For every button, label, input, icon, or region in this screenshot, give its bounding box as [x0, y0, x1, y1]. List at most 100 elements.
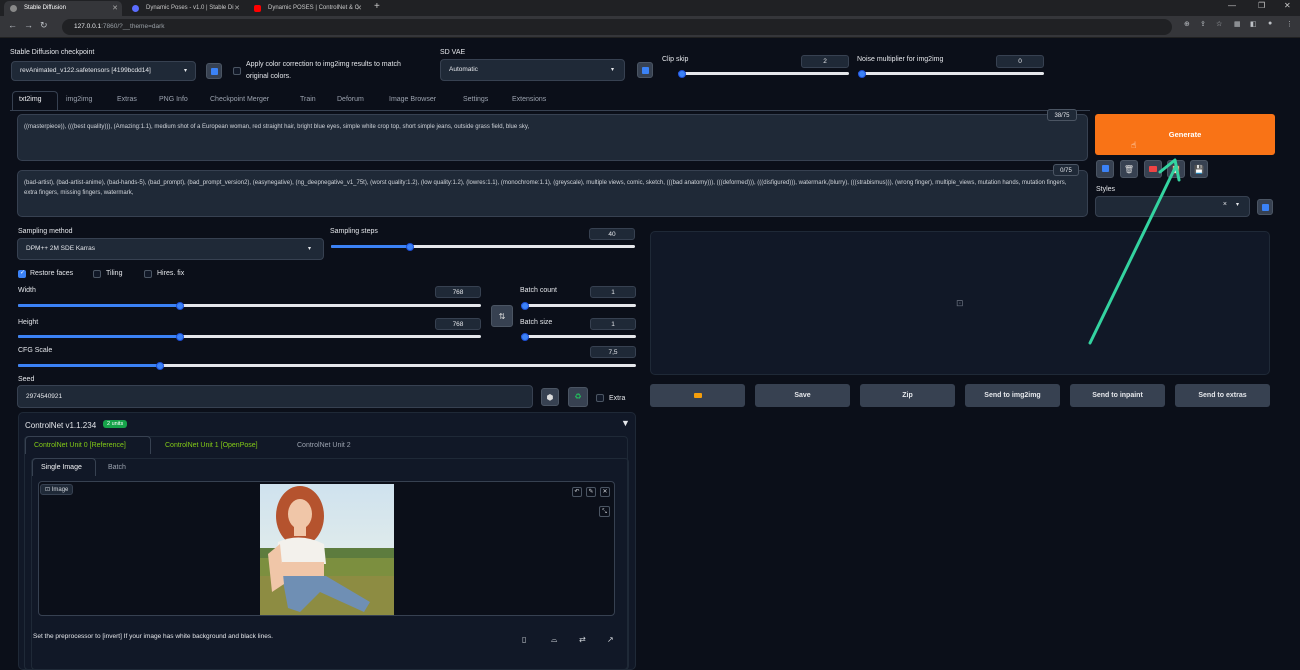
zip-button[interactable]: Zip [860, 384, 955, 407]
reuse-seed-recycle-icon[interactable]: ♻ [568, 387, 588, 407]
noise-multiplier-slider[interactable] [858, 69, 1044, 78]
chevron-down-icon: ▾ [307, 246, 311, 252]
tab-settings[interactable]: Settings [463, 96, 488, 103]
tab-deforum[interactable]: Deforum [337, 96, 364, 103]
height-slider[interactable] [18, 332, 481, 341]
clear-styles-icon[interactable]: × [1223, 201, 1227, 208]
slider-knob[interactable] [521, 332, 529, 341]
bookmark-star-icon[interactable]: ☆ [1216, 20, 1222, 28]
profile-icon[interactable]: ● [1268, 20, 1272, 27]
restore-faces-checkbox[interactable] [18, 269, 26, 278]
edit-brush-icon[interactable]: ✎ [586, 487, 596, 497]
cfg-scale-input[interactable]: 7,5 [590, 346, 636, 358]
document-icon[interactable]: ▯ [522, 635, 526, 644]
color-correction-checkbox[interactable] [233, 67, 241, 75]
browser-tab-title: Dynamic POSES | ControlNet & C [268, 5, 359, 11]
width-input[interactable]: 768 [435, 286, 481, 298]
batch-size-input[interactable]: 1 [590, 318, 636, 330]
close-tab-icon[interactable]: ✕ [356, 1, 362, 16]
save-style-icon[interactable]: 💾 [1190, 160, 1208, 178]
refresh-checkpoint-button[interactable] [206, 63, 222, 79]
negative-prompt-textarea[interactable]: (bad-artist), (bad-artist-anime), (bad-h… [17, 170, 1088, 217]
cfg-scale-slider[interactable] [18, 361, 636, 370]
batch-count-label: Batch count [520, 287, 557, 294]
hires-fix-checkbox[interactable] [144, 270, 152, 278]
tab-single-image[interactable]: Single Image [41, 464, 82, 471]
browser-tab-stable-diffusion[interactable]: Stable Diffusion ✕ [4, 1, 122, 16]
clip-skip-input[interactable]: 2 [801, 55, 849, 68]
tab-png-info[interactable]: PNG Info [159, 96, 188, 103]
slider-knob[interactable] [176, 332, 185, 341]
open-folder-button[interactable] [650, 384, 745, 407]
tab-image-browser[interactable]: Image Browser [389, 96, 436, 103]
sidebar-icon[interactable]: ◧ [1250, 20, 1257, 28]
extension-icon[interactable]: ▦ [1234, 20, 1241, 28]
maximize-icon[interactable]: ❐ [1258, 1, 1265, 10]
forward-icon[interactable]: → [24, 20, 33, 30]
batch-size-label: Batch size [520, 319, 553, 326]
noise-multiplier-input[interactable]: 0 [996, 55, 1044, 68]
random-seed-dice-icon[interactable]: ⬢ [541, 388, 559, 406]
collapse-triangle-icon[interactable]: ▼ [621, 418, 630, 428]
reload-icon[interactable]: ↻ [40, 20, 48, 31]
resize-icon[interactable]: ⤡ [599, 506, 610, 517]
batch-count-slider[interactable] [521, 301, 636, 310]
tab-controlnet-unit-2[interactable]: ControlNet Unit 2 [297, 442, 351, 449]
slider-knob[interactable] [521, 301, 529, 310]
clip-skip-slider[interactable] [678, 69, 849, 78]
new-tab-button[interactable]: + [374, 1, 380, 12]
close-tab-icon[interactable]: ✕ [112, 1, 118, 16]
height-input[interactable]: 768 [435, 318, 481, 330]
send-to-img2img-button[interactable]: Send to img2img [965, 384, 1060, 407]
send-to-extras-button[interactable]: Send to extras [1175, 384, 1270, 407]
tab-checkpoint-merger[interactable]: Checkpoint Merger [210, 96, 269, 103]
camera-icon[interactable]: ⌓ [551, 635, 557, 645]
width-slider[interactable] [18, 301, 481, 310]
tab-batch[interactable]: Batch [108, 464, 126, 471]
share-icon[interactable]: ⇪ [1200, 20, 1206, 28]
slider-fill [18, 364, 161, 367]
tab-img2img[interactable]: img2img [66, 96, 92, 103]
seed-input[interactable]: 2974540921 [17, 385, 533, 408]
extra-seed-checkbox[interactable] [596, 394, 604, 402]
checkpoint-select[interactable]: revAnimated_v122.safetensors [4199bcdd14… [11, 61, 196, 81]
swap-icon[interactable]: ⇄ [579, 635, 586, 644]
minimize-icon[interactable]: — [1228, 1, 1236, 10]
undo-icon[interactable]: ↶ [572, 487, 582, 497]
menu-icon[interactable]: ⋮ [1286, 20, 1293, 28]
browser-tab-dynamic-poses[interactable]: Dynamic Poses - v1.0 | Stable Di ✕ [126, 1, 244, 16]
sampling-method-select[interactable]: DPM++ 2M SDE Karras ▾ [17, 238, 324, 260]
send-dimensions-icon[interactable]: ↗ [607, 635, 614, 644]
slider-knob[interactable] [678, 69, 686, 78]
back-icon[interactable]: ← [8, 20, 17, 30]
slider-knob[interactable] [406, 242, 415, 251]
tab-extensions[interactable]: Extensions [512, 96, 546, 103]
tab-train[interactable]: Train [300, 96, 316, 103]
browser-tab-youtube[interactable]: Dynamic POSES | ControlNet & C ✕ [248, 1, 366, 16]
send-to-inpaint-button[interactable]: Send to inpaint [1070, 384, 1165, 407]
slider-knob[interactable] [176, 301, 185, 310]
tiling-checkbox[interactable] [93, 270, 101, 278]
batch-size-slider[interactable] [521, 332, 636, 341]
close-tab-icon[interactable]: ✕ [234, 1, 240, 16]
slider-knob[interactable] [156, 361, 165, 370]
vae-select[interactable]: Automatic ▾ [440, 59, 625, 81]
tab-controlnet-unit-1[interactable]: ControlNet Unit 1 [OpenPose] [165, 442, 258, 449]
refresh-vae-button[interactable] [637, 62, 653, 78]
url-bar[interactable]: 127.0.0.1:7860/?__theme=dark [62, 19, 1172, 35]
slider-knob[interactable] [858, 69, 866, 78]
zoom-icon[interactable]: ⊕ [1184, 20, 1190, 28]
swap-dimensions-icon[interactable]: ⇅ [491, 305, 513, 327]
tab-extras[interactable]: Extras [117, 96, 137, 103]
sampling-steps-input[interactable]: 40 [589, 228, 635, 240]
close-window-icon[interactable]: ✕ [1284, 1, 1291, 10]
save-button[interactable]: Save [755, 384, 850, 407]
browser-tab-title: Stable Diffusion [24, 5, 66, 11]
clear-image-icon[interactable]: ✕ [600, 487, 610, 497]
slider-fill [331, 245, 411, 248]
batch-count-input[interactable]: 1 [590, 286, 636, 298]
sampling-steps-slider[interactable] [331, 242, 635, 251]
tab-controlnet-unit-0[interactable]: ControlNet Unit 0 [Reference] [34, 442, 126, 449]
apply-styles-button[interactable] [1257, 199, 1273, 215]
positive-prompt-textarea[interactable]: ((masterpiece)), (((best quality))), (Am… [17, 114, 1088, 161]
